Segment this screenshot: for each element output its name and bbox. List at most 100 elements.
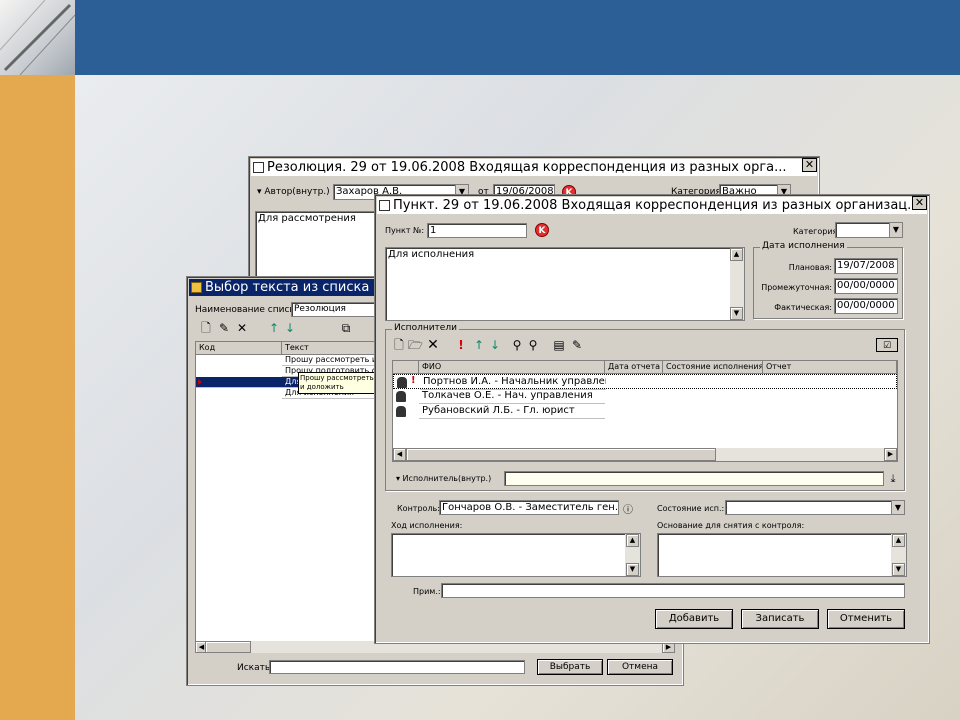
person-icon <box>397 377 407 388</box>
dates-group: Дата исполнения Плановая: 19/07/2008 Про… <box>753 241 903 319</box>
dates-group-label: Дата исполнения <box>760 241 847 251</box>
executor-fio[interactable]: Рубановский Л.Б. - Гл. юрист <box>419 404 605 419</box>
notes-icon[interactable]: ✎ <box>570 338 584 352</box>
info-icon[interactable]: ⓘ <box>623 501 633 516</box>
resolution-title: Резолюция. 29 от 19.06.2008 Входящая кор… <box>251 159 817 176</box>
k-icon[interactable]: K <box>535 223 549 237</box>
close-button[interactable]: ✕ <box>802 158 817 172</box>
list-item[interactable]: Прошу рассмотреть и д <box>282 355 382 366</box>
table-row[interactable]: ! Портнов И.А. - Начальник управления <box>393 374 897 390</box>
person-icon <box>396 406 406 417</box>
punkt-text[interactable]: Для исполнения <box>385 247 745 321</box>
cancel-button[interactable]: Отменить <box>827 609 905 629</box>
col-fio[interactable]: ФИО <box>419 361 605 374</box>
save-button[interactable]: Записать <box>741 609 819 629</box>
delete-icon[interactable]: ✕ <box>235 321 249 335</box>
add-button[interactable]: Добавить <box>655 609 733 629</box>
new-icon[interactable]: 🗋 <box>199 321 213 335</box>
executors-grid[interactable]: ФИО Дата отчета Состояние исполнения Отч… <box>392 360 898 462</box>
actual-label: Фактическая: <box>774 303 832 312</box>
arrow-down-icon[interactable]: ↓ <box>488 338 502 352</box>
report-icon[interactable]: ▤ <box>552 338 566 352</box>
scroll-up-icon[interactable]: ▲ <box>892 534 905 547</box>
punkt-title: Пункт. 29 от 19.06.2008 Входящая корресп… <box>377 197 927 214</box>
arrow-up-icon[interactable]: ↑ <box>267 321 281 335</box>
col-code[interactable]: Код <box>196 342 282 355</box>
priority-mark: ! <box>411 375 416 386</box>
executors-group: Исполнители 🗋 🗁 ✕ ! ↑ ↓ ⚲ ⚲ ▤ ✎ ☑ ФИО Да… <box>385 323 905 491</box>
chevron-down-icon[interactable]: ▼ <box>889 223 902 237</box>
delete-icon[interactable]: ✕ <box>426 338 440 352</box>
executor-fio[interactable]: Толкачев О.Е. - Нач. управления <box>419 389 605 404</box>
table-row[interactable]: Рубановский Л.Б. - Гл. юрист <box>393 404 897 419</box>
interim-date-field[interactable]: 00/00/0000 <box>834 278 898 294</box>
add-group-icon[interactable]: 🗁 <box>408 338 423 352</box>
scroll-up-icon[interactable]: ▲ <box>730 248 743 261</box>
settings-icon[interactable]: ☑ <box>876 338 898 352</box>
cancel-button[interactable]: Отмена <box>607 659 673 675</box>
category-label: Категория: <box>793 227 841 236</box>
col-report[interactable]: Отчет <box>763 361 897 374</box>
table-row[interactable]: Толкачев О.Е. - Нач. управления <box>393 389 897 404</box>
tooltip: Прошу рассмотреть и доложить <box>298 372 382 394</box>
vertical-scrollbar[interactable]: ▲ ▼ <box>625 534 640 576</box>
logo-image <box>0 0 75 75</box>
copy-icon[interactable]: ⧉ <box>339 321 353 335</box>
scroll-up-icon[interactable]: ▲ <box>626 534 639 547</box>
search-person-icon[interactable]: ⚲ <box>510 338 524 352</box>
punkt-num-field[interactable]: 1 <box>427 223 527 238</box>
scroll-left-icon[interactable]: ◀ <box>393 448 406 461</box>
author-label[interactable]: ▾ Автор(внутр.) <box>257 187 330 197</box>
planned-label: Плановая: <box>788 263 832 272</box>
scroll-thumb[interactable] <box>406 448 716 461</box>
left-banner <box>0 75 75 720</box>
control-label: Контроль: <box>397 504 440 513</box>
exclamation-icon[interactable]: ! <box>454 338 468 352</box>
note-field[interactable] <box>441 583 905 598</box>
list-name-field[interactable]: Резолюция <box>291 302 381 317</box>
vertical-scrollbar[interactable]: ▲ ▼ <box>730 248 744 320</box>
scroll-down-icon[interactable]: ▼ <box>892 563 905 576</box>
note-label: Прим.: <box>413 587 441 596</box>
find-icon[interactable]: ⚲ <box>526 338 540 352</box>
executor-fio[interactable]: Портнов И.А. - Начальник управления <box>420 375 606 390</box>
punkt-num-label: Пункт №: <box>385 226 425 235</box>
vertical-scrollbar[interactable]: ▲ ▼ <box>891 534 906 576</box>
interim-label: Промежуточная: <box>761 283 832 292</box>
new-icon[interactable]: 🗋 <box>392 338 406 352</box>
search-input[interactable] <box>269 660 525 674</box>
planned-date-field[interactable]: 19/07/2008 <box>834 258 898 274</box>
state-label: Состояние исп.: <box>657 504 725 513</box>
progress-label: Ход исполнения: <box>391 521 463 530</box>
person-icon <box>396 391 406 402</box>
row-pointer-icon <box>198 379 202 385</box>
progress-text[interactable] <box>391 533 641 577</box>
executor-input[interactable] <box>504 471 884 486</box>
edit-icon[interactable]: ✎ <box>217 321 231 335</box>
arrow-down-icon[interactable]: ↓ <box>283 321 297 335</box>
basis-label: Основание для снятия с контроля: <box>657 521 805 530</box>
document-icon <box>379 200 390 211</box>
scroll-right-icon[interactable]: ▶ <box>884 448 897 461</box>
document-icon <box>253 162 264 173</box>
horizontal-scrollbar[interactable]: ◀ ▶ <box>393 448 897 461</box>
basis-text[interactable] <box>657 533 907 577</box>
search-label: Искать: <box>237 663 274 673</box>
scroll-thumb[interactable] <box>205 641 251 653</box>
chevron-down-icon[interactable]: ▼ <box>891 501 904 514</box>
select-button[interactable]: Выбрать <box>537 659 603 675</box>
state-combo[interactable]: ▼ <box>725 500 905 515</box>
list-name-label: Наименование списка: <box>195 305 304 315</box>
download-icon[interactable]: ⤓ <box>886 472 900 486</box>
scroll-down-icon[interactable]: ▼ <box>626 563 639 576</box>
actual-date-field[interactable]: 00/00/0000 <box>834 298 898 314</box>
close-button[interactable]: ✕ <box>912 196 927 210</box>
arrow-up-icon[interactable]: ↑ <box>472 338 486 352</box>
scroll-down-icon[interactable]: ▼ <box>730 307 743 320</box>
col-report-date[interactable]: Дата отчета <box>605 361 663 374</box>
category-combo[interactable]: ▼ <box>835 222 903 238</box>
col-state[interactable]: Состояние исполнения <box>663 361 763 374</box>
control-field[interactable]: Гончаров О.В. - Заместитель ген. ди <box>439 500 619 515</box>
top-banner <box>0 0 960 75</box>
executor-label[interactable]: ▾ Исполнитель(внутр.) <box>396 474 491 483</box>
